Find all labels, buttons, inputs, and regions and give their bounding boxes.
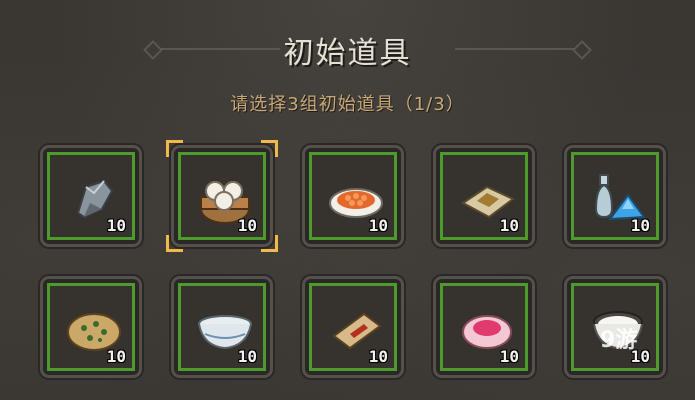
selection-prompt: 请选择3组初始道具（1/3）	[230, 94, 465, 115]
item-slot[interactable]: 10	[436, 279, 532, 375]
item-quantity: 10	[368, 347, 388, 366]
item-quantity: 10	[106, 347, 126, 366]
item-slot-selected[interactable]: 10	[166, 140, 278, 252]
item-quantity: 10	[499, 347, 519, 366]
item-quantity: 10	[499, 216, 519, 235]
slot-frame: 10	[440, 152, 528, 240]
item-quantity: 10	[106, 216, 126, 235]
item-slot[interactable]: 10	[567, 148, 663, 244]
site-watermark: 9游	[600, 328, 638, 353]
item-slot[interactable]: 10	[305, 279, 401, 375]
item-slot[interactable]: 10	[43, 148, 139, 244]
slot-frame: 10	[571, 152, 659, 240]
item-quantity: 10	[237, 216, 257, 235]
slot-frame: 10	[309, 283, 397, 371]
slot-frame: 10	[178, 283, 266, 371]
item-slot[interactable]: 10	[174, 279, 270, 375]
title-bar: 初始道具	[0, 28, 695, 72]
item-quantity: 10	[630, 216, 650, 235]
item-slot[interactable]: 10	[305, 148, 401, 244]
item-quantity: 10	[237, 347, 257, 366]
page-title: 初始道具	[283, 36, 412, 71]
item-grid: 10 10 10 10 10 10 10 10 10 10	[43, 140, 663, 378]
item-slot[interactable]: 10	[43, 279, 139, 375]
slot-frame: 10	[178, 152, 266, 240]
slot-frame: 10	[47, 283, 135, 371]
slot-frame: 10	[47, 152, 135, 240]
item-quantity: 10	[368, 216, 388, 235]
slot-frame: 10	[440, 283, 528, 371]
slot-frame: 10	[309, 152, 397, 240]
item-slot[interactable]: 10	[436, 148, 532, 244]
